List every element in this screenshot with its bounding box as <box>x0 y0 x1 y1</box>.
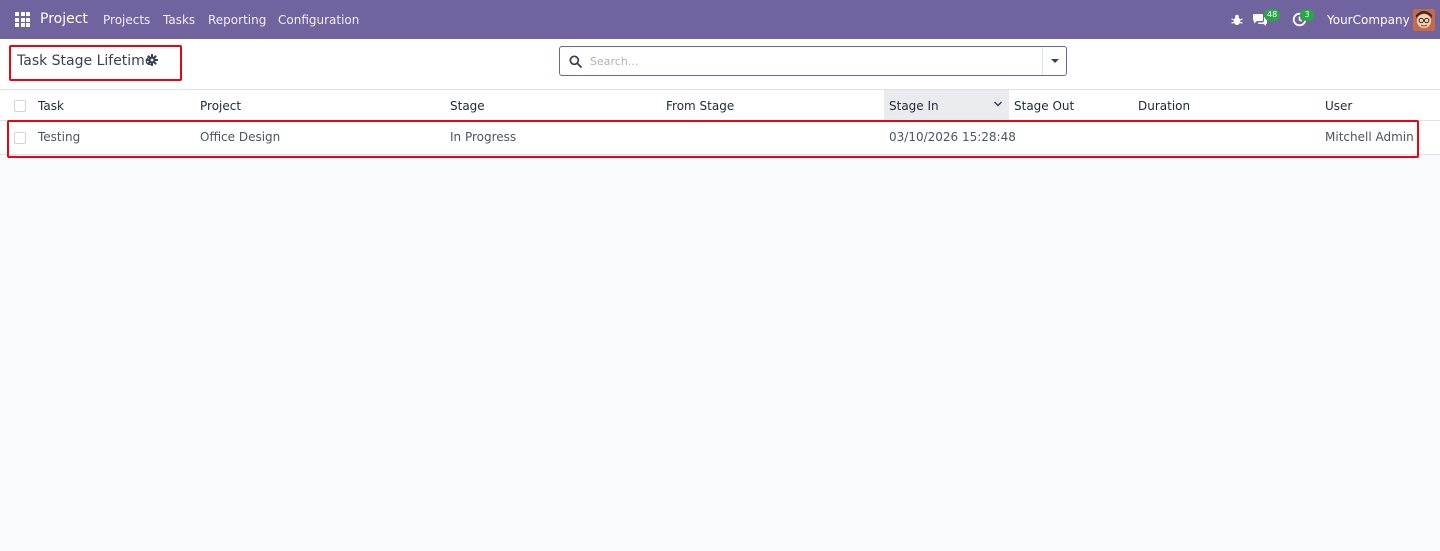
column-header-task[interactable]: Task <box>38 99 64 113</box>
menu-item-tasks[interactable]: Tasks <box>163 13 195 27</box>
app-name[interactable]: Project <box>40 11 88 27</box>
column-header-duration[interactable]: Duration <box>1138 99 1190 113</box>
row-highlight-box <box>7 120 1419 158</box>
menu-item-configuration[interactable]: Configuration <box>278 13 359 27</box>
menu-item-projects[interactable]: Projects <box>103 13 150 27</box>
sort-descending-icon[interactable] <box>993 99 1003 109</box>
activities-count-badge: 3 <box>1300 9 1314 21</box>
gear-icon[interactable] <box>146 54 158 66</box>
debug-icon[interactable] <box>1230 13 1244 27</box>
top-navbar: Project Projects Tasks Reporting Configu… <box>0 0 1440 39</box>
messages-count-badge: 48 <box>1264 9 1281 21</box>
search-options-toggle[interactable] <box>1042 47 1066 75</box>
caret-down-icon <box>1051 59 1059 63</box>
select-all-checkbox[interactable] <box>14 100 26 112</box>
page-title: Task Stage Lifetime <box>17 53 154 69</box>
company-switcher[interactable]: YourCompany <box>1327 13 1410 27</box>
table-header: Task Project Stage From Stage Stage In S… <box>0 90 1440 121</box>
menu-item-reporting[interactable]: Reporting <box>208 13 266 27</box>
column-header-stage-in[interactable]: Stage In <box>889 99 939 113</box>
avatar-image-icon <box>1413 9 1435 31</box>
search-icon <box>569 55 582 68</box>
apps-menu-icon[interactable] <box>15 12 30 27</box>
column-header-project[interactable]: Project <box>200 99 241 113</box>
user-avatar[interactable] <box>1413 9 1435 31</box>
control-panel: Task Stage Lifetime <box>0 39 1440 90</box>
search-input[interactable] <box>590 52 1030 70</box>
column-header-stage-out[interactable]: Stage Out <box>1014 99 1074 113</box>
column-header-user[interactable]: User <box>1325 99 1352 113</box>
search-bar <box>559 46 1067 76</box>
column-header-stage[interactable]: Stage <box>450 99 485 113</box>
column-header-from-stage[interactable]: From Stage <box>666 99 734 113</box>
